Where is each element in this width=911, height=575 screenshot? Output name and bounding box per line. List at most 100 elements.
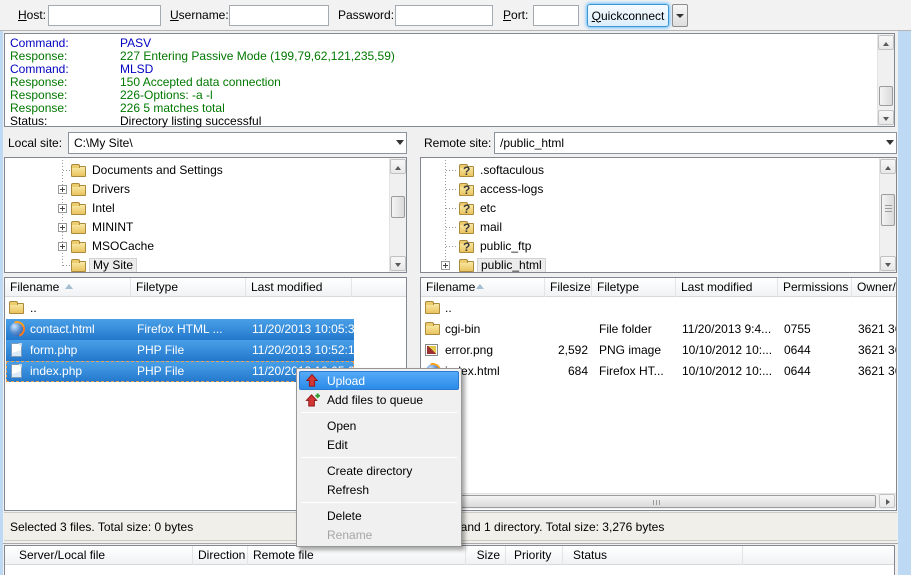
column-header-filename[interactable]: Filename	[421, 278, 545, 297]
menu-separator	[301, 457, 457, 458]
question-folder-icon	[459, 223, 474, 234]
scrollbar-thumb[interactable]	[439, 495, 876, 508]
menu-item-rename: Rename	[299, 525, 459, 544]
column-header-owner[interactable]: Owner/	[852, 278, 896, 297]
expand-plus-icon[interactable]	[58, 185, 67, 194]
expand-plus-icon[interactable]	[441, 261, 450, 270]
png-image-icon	[425, 344, 438, 356]
menu-item-create-directory[interactable]: Create directory	[299, 461, 459, 480]
chevron-down-icon[interactable]	[396, 140, 404, 149]
menu-separator	[301, 502, 457, 503]
column-header-filename[interactable]: Filename	[5, 278, 131, 297]
tree-item[interactable]: Intel	[5, 199, 388, 218]
column-header-modified[interactable]: Last modified	[676, 278, 778, 297]
folder-icon	[425, 324, 440, 335]
transfer-queue: Server/Local file Direction Remote file …	[4, 545, 895, 575]
file-icon	[11, 364, 22, 378]
context-menu: Upload Add files to queue Open Edit Crea…	[296, 368, 462, 547]
column-header-status[interactable]: Status	[563, 546, 743, 565]
menu-item-refresh[interactable]: Refresh	[299, 480, 459, 499]
expand-plus-icon[interactable]	[58, 242, 67, 251]
file-row-selected[interactable]: form.php PHP File 11/20/2013 10:52:1...	[6, 340, 354, 361]
file-row[interactable]: error.png 2,592 PNG image 10/10/2012 10:…	[422, 340, 896, 361]
port-input[interactable]	[533, 5, 579, 26]
filezilla-window: Host: Username: Password: Port: Quickcon…	[0, 0, 911, 575]
folder-icon	[425, 303, 440, 314]
scroll-down-button[interactable]	[878, 110, 894, 125]
column-header-modified[interactable]: Last modified	[246, 278, 352, 297]
local-tree-scrollbar[interactable]	[389, 158, 406, 272]
scroll-up-button[interactable]	[880, 159, 896, 174]
column-header-size[interactable]: Size	[466, 546, 506, 565]
scroll-right-button[interactable]	[879, 494, 895, 508]
tree-item[interactable]: etc	[421, 199, 878, 218]
sort-asc-icon	[65, 280, 73, 289]
file-row-selected[interactable]: contact.html Firefox HTML ... 11/20/2013…	[6, 319, 354, 340]
remote-file-list-header: Filename Filesize Filetype Last modified…	[421, 278, 896, 297]
folder-icon	[71, 166, 86, 177]
question-folder-icon	[459, 185, 474, 196]
question-folder-icon	[459, 204, 474, 215]
question-folder-icon	[459, 242, 474, 253]
scroll-down-button[interactable]	[880, 256, 896, 271]
password-input[interactable]	[395, 5, 493, 26]
tree-item[interactable]: Documents and Settings	[5, 161, 388, 180]
column-header-filesize[interactable]: Filesize	[545, 278, 592, 297]
password-label: Password:	[338, 8, 394, 22]
column-header-direction[interactable]: Direction	[193, 546, 248, 565]
remote-tree-scrollbar[interactable]	[879, 158, 896, 272]
chevron-down-icon	[676, 14, 684, 22]
local-site-combo[interactable]: C:\My Site\	[68, 132, 407, 154]
menu-item-delete[interactable]: Delete	[299, 506, 459, 525]
column-header-permissions[interactable]: Permissions	[778, 278, 852, 297]
file-row[interactable]: index.html 684 Firefox HT... 10/10/2012 …	[422, 361, 896, 382]
log-scrollbar[interactable]	[877, 34, 894, 126]
quickconnect-bar: Host: Username: Password: Port: Quickcon…	[0, 0, 911, 31]
tree-item[interactable]: MSOCache	[5, 237, 388, 256]
tree-item[interactable]: Drivers	[5, 180, 388, 199]
expand-plus-icon[interactable]	[58, 223, 67, 232]
column-header-remote-file[interactable]: Remote file	[248, 546, 466, 565]
column-header-server-local-file[interactable]: Server/Local file	[5, 546, 193, 565]
host-input[interactable]	[48, 5, 161, 26]
file-row[interactable]: cgi-bin File folder 11/20/2013 9:4... 07…	[422, 319, 896, 340]
scroll-up-button[interactable]	[390, 159, 406, 174]
local-selection-status: Selected 3 files. Total size: 0 bytes	[10, 520, 193, 534]
local-site-label: Local site:	[8, 136, 62, 150]
expand-plus-icon[interactable]	[58, 204, 67, 213]
quickconnect-dropdown-button[interactable]	[672, 4, 688, 27]
menu-item-open[interactable]: Open	[299, 416, 459, 435]
window-edge	[898, 31, 911, 575]
quickconnect-button[interactable]: Quickconnect	[587, 4, 669, 27]
column-header-filetype[interactable]: Filetype	[592, 278, 676, 297]
scroll-up-button[interactable]	[878, 35, 894, 50]
tree-item[interactable]: public_ftp	[421, 237, 878, 256]
folder-icon	[71, 185, 86, 196]
column-header-priority[interactable]: Priority	[506, 546, 563, 565]
folder-icon	[9, 303, 24, 314]
scrollbar-thumb[interactable]	[879, 86, 893, 106]
message-log: Command:PASV Response:227 Entering Passi…	[4, 33, 895, 127]
tree-item[interactable]: mail	[421, 218, 878, 237]
remote-horizontal-scrollbar[interactable]	[421, 493, 896, 509]
scroll-down-button[interactable]	[390, 256, 406, 271]
tree-item[interactable]: access-logs	[421, 180, 878, 199]
tree-item[interactable]: .softaculous	[421, 161, 878, 180]
username-input[interactable]	[229, 5, 329, 26]
local-site-bar: Local site: C:\My Site\	[4, 132, 407, 154]
scrollbar-thumb[interactable]	[881, 194, 895, 226]
file-row[interactable]: ..	[422, 298, 896, 319]
column-header-filetype[interactable]: Filetype	[131, 278, 246, 297]
add-queue-arrow-icon	[305, 392, 327, 408]
menu-separator	[301, 412, 457, 413]
scrollbar-thumb[interactable]	[391, 196, 405, 218]
menu-item-add-files-to-queue[interactable]: Add files to queue	[299, 390, 459, 409]
host-label: Host:	[18, 8, 46, 22]
file-row[interactable]: ..	[6, 298, 354, 319]
menu-item-upload[interactable]: Upload	[299, 371, 459, 390]
menu-item-edit[interactable]: Edit	[299, 435, 459, 454]
tree-item[interactable]: MININT	[5, 218, 388, 237]
remote-site-combo[interactable]: /public_html	[494, 132, 897, 154]
remote-site-label: Remote site:	[424, 136, 491, 150]
chevron-down-icon[interactable]	[886, 140, 894, 149]
